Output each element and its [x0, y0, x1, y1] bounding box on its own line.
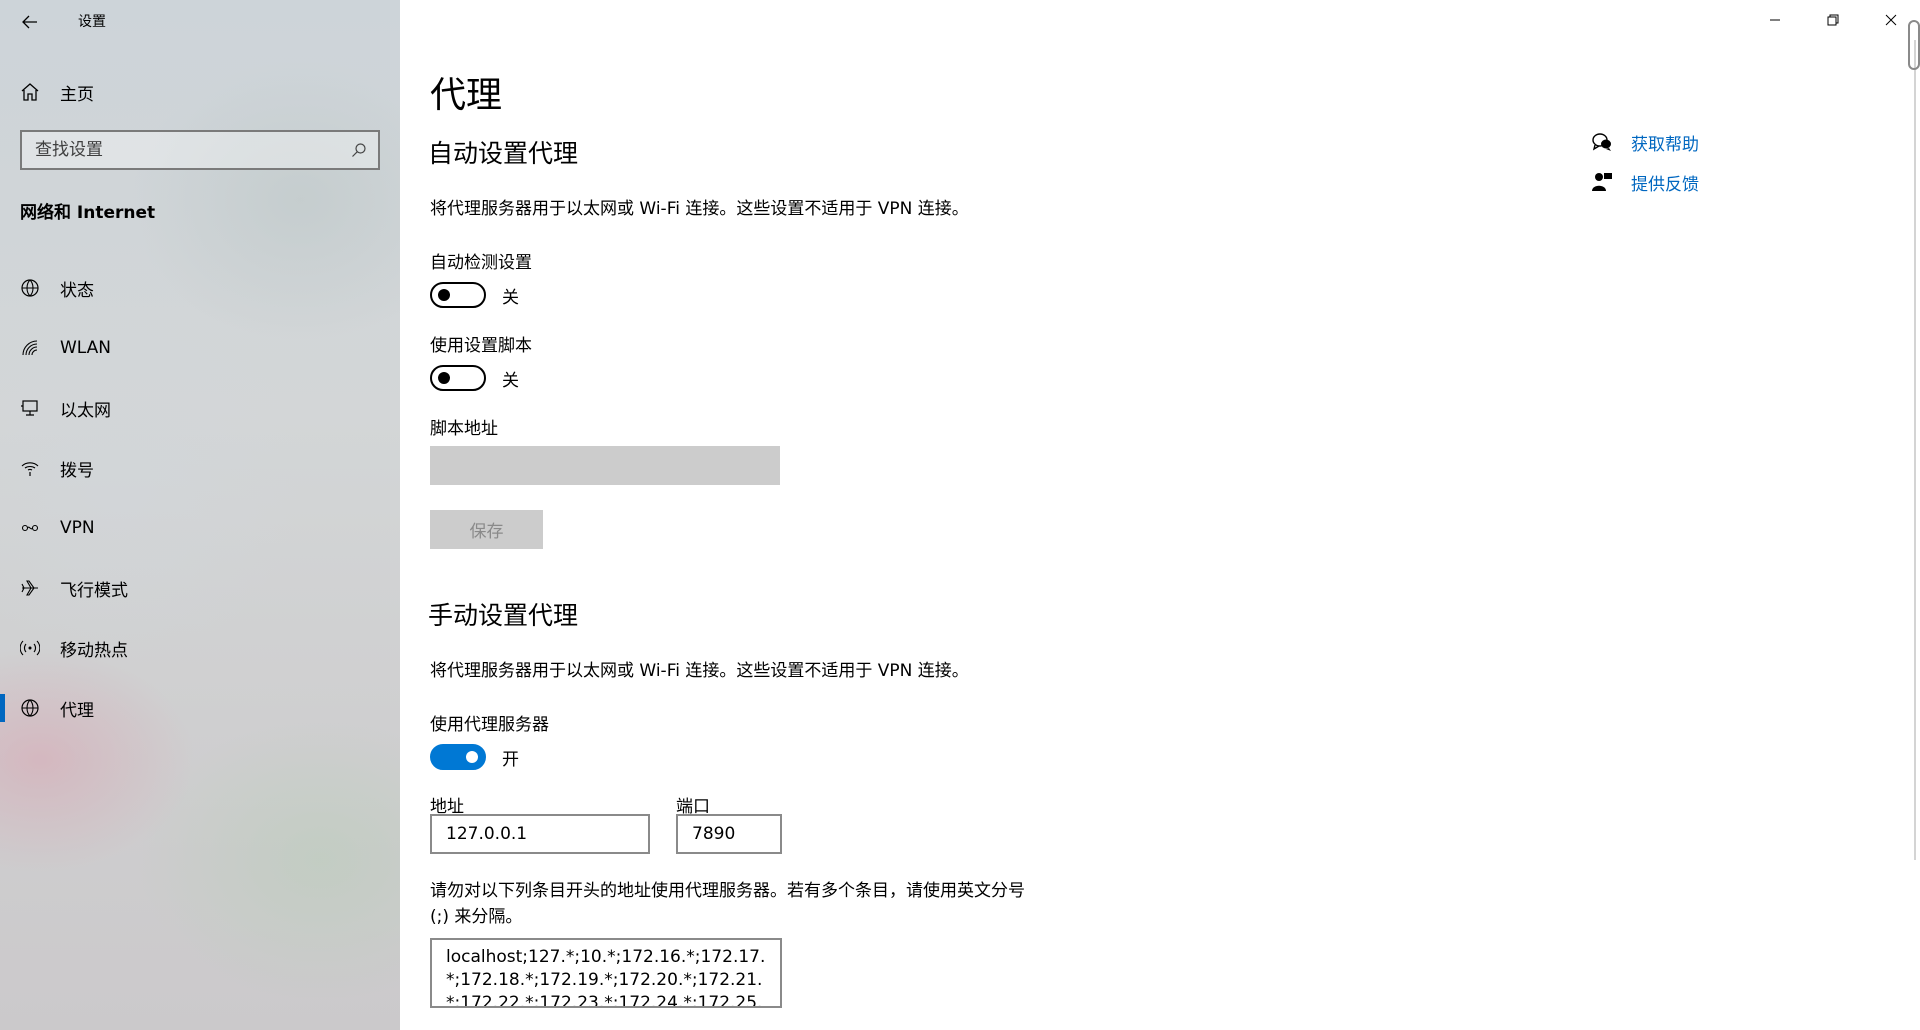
sidebar-item-label: 移动热点: [60, 640, 128, 661]
sidebar-item-dialup[interactable]: 拨号: [0, 438, 400, 498]
manual-proxy-description: 将代理服务器用于以太网或 Wi-Fi 连接。这些设置不适用于 VPN 连接。: [430, 661, 969, 681]
script-address-input[interactable]: [430, 446, 780, 485]
main-content: 代理 自动设置代理 将代理服务器用于以太网或 Wi-Fi 连接。这些设置不适用于…: [400, 0, 1920, 1030]
sidebar-item-label: 主页: [60, 84, 94, 105]
setup-script-toggle[interactable]: [430, 365, 486, 391]
minimize-button[interactable]: [1746, 0, 1804, 40]
section-heading: 网络和 Internet: [20, 203, 156, 223]
use-proxy-toggle[interactable]: [430, 744, 486, 770]
vpn-icon: [20, 518, 40, 538]
sidebar-nav: 状态 WLAN 以太网 拨号 VPN 飞行模式 移动热点 代理: [0, 258, 400, 738]
auto-proxy-heading: 自动设置代理: [428, 139, 579, 168]
sidebar-item-label: 状态: [60, 280, 94, 301]
sidebar-item-label: VPN: [60, 518, 95, 538]
auto-detect-toggle[interactable]: [430, 282, 486, 308]
exceptions-textarea[interactable]: localhost;127.*;10.*;172.16.*;172.17.*;1…: [430, 938, 782, 1008]
use-proxy-label: 使用代理服务器: [430, 715, 549, 735]
help-links: 获取帮助 提供反馈: [1590, 126, 1699, 206]
chat-help-icon: [1590, 130, 1614, 154]
sidebar-item-ethernet[interactable]: 以太网: [0, 378, 400, 438]
sidebar-item-label: 代理: [60, 700, 94, 721]
home-icon: [20, 82, 40, 102]
ethernet-icon: [20, 398, 40, 418]
dialup-icon: [20, 458, 40, 478]
globe-status-icon: [20, 278, 40, 298]
sidebar-item-vpn[interactable]: VPN: [0, 498, 400, 558]
get-help-text[interactable]: 获取帮助: [1631, 130, 1699, 155]
restore-button[interactable]: [1804, 0, 1862, 40]
exceptions-description: 请勿对以下列条目开头的地址使用代理服务器。若有多个条目，请使用英文分号 (;) …: [430, 881, 1025, 927]
search-input[interactable]: [22, 132, 344, 168]
toggle-state-text: 关: [502, 370, 519, 391]
search-icon[interactable]: [344, 135, 374, 165]
scrollbar-thumb[interactable]: [1908, 20, 1920, 70]
restore-icon: [1827, 14, 1839, 26]
toggle-state-text: 开: [502, 749, 519, 770]
window-title: 设置: [78, 14, 106, 30]
search-box[interactable]: [20, 130, 380, 170]
feedback-icon: [1590, 170, 1614, 194]
globe-icon: [20, 698, 40, 718]
sidebar-item-label: WLAN: [60, 338, 112, 358]
sidebar-item-airplane[interactable]: 飞行模式: [0, 558, 400, 618]
auto-detect-label: 自动检测设置: [430, 253, 532, 273]
back-arrow-icon: [22, 15, 37, 29]
auto-proxy-description: 将代理服务器用于以太网或 Wi-Fi 连接。这些设置不适用于 VPN 连接。: [430, 199, 969, 219]
sidebar-item-label: 以太网: [60, 400, 111, 421]
feedback-text[interactable]: 提供反馈: [1631, 170, 1699, 195]
hotspot-icon: [20, 638, 40, 658]
sidebar-item-home[interactable]: 主页: [0, 74, 400, 110]
sidebar-item-status[interactable]: 状态: [0, 258, 400, 318]
minimize-icon: [1770, 19, 1780, 21]
auto-detect-row: 关: [430, 282, 519, 308]
page-title: 代理: [430, 75, 503, 116]
sidebar-item-proxy[interactable]: 代理: [0, 678, 400, 738]
setup-script-label: 使用设置脚本: [430, 336, 532, 356]
setup-script-row: 关: [430, 365, 519, 391]
wifi-icon: [20, 338, 40, 358]
sidebar: 设置 主页 网络和 Internet 状态 WLAN: [0, 0, 400, 1030]
get-help-link[interactable]: 获取帮助: [1590, 126, 1699, 158]
proxy-port-input[interactable]: 7890: [676, 814, 782, 854]
back-button[interactable]: [14, 6, 46, 38]
feedback-link[interactable]: 提供反馈: [1590, 166, 1699, 198]
toggle-state-text: 关: [502, 287, 519, 308]
use-proxy-row: 开: [430, 744, 519, 770]
manual-proxy-heading: 手动设置代理: [428, 601, 579, 630]
sidebar-item-label: 拨号: [60, 460, 94, 481]
sidebar-item-label: 飞行模式: [60, 580, 128, 601]
sidebar-item-hotspot[interactable]: 移动热点: [0, 618, 400, 678]
script-address-label: 脚本地址: [430, 419, 498, 439]
sidebar-item-wlan[interactable]: WLAN: [0, 318, 400, 378]
save-button[interactable]: 保存: [430, 510, 543, 549]
airplane-icon: [20, 578, 40, 598]
scrollbar-track[interactable]: [1914, 40, 1916, 860]
proxy-address-input[interactable]: 127.0.0.1: [430, 814, 650, 854]
close-icon: [1885, 14, 1897, 26]
window-controls: [1746, 0, 1920, 40]
